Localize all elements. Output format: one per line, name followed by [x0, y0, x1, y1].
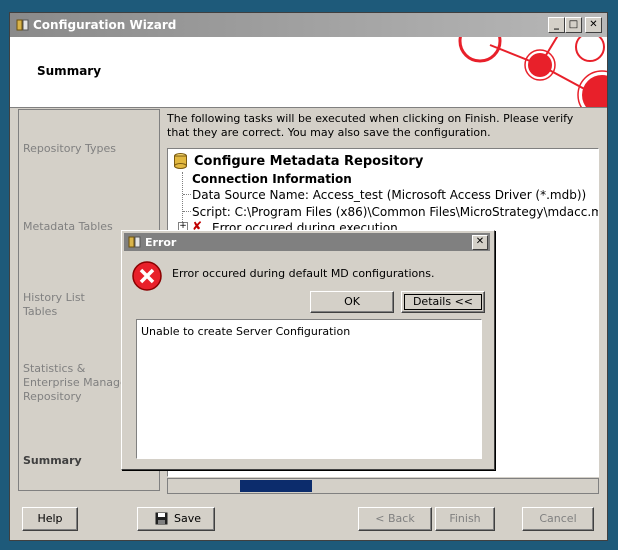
error-dialog: Error ✕ Error occured during default MD … — [121, 230, 495, 470]
horizontal-scrollbar[interactable] — [167, 478, 599, 494]
maximize-button[interactable]: □ — [565, 17, 582, 33]
app-icon — [128, 236, 141, 248]
help-button[interactable]: Help — [22, 507, 78, 531]
scrollbar-thumb[interactable] — [240, 480, 312, 492]
maximize-icon: □ — [568, 19, 579, 30]
dialog-title: Error — [145, 236, 177, 249]
details-button[interactable]: Details << — [401, 291, 485, 313]
cancel-button[interactable]: Cancel — [522, 507, 594, 531]
title-bar[interactable]: Configuration Wizard _ □ ✕ — [10, 13, 607, 37]
tree-root-label[interactable]: Configure Metadata Repository — [194, 154, 423, 169]
error-details-box[interactable]: Unable to create Server Configuration — [136, 319, 482, 459]
ok-button[interactable]: OK — [310, 291, 394, 313]
close-icon: ✕ — [475, 236, 485, 247]
floppy-disk-icon — [155, 512, 168, 525]
app-icon — [16, 19, 29, 31]
tree-item-script[interactable]: Script: C:\Program Files (x86)\Common Fi… — [192, 205, 598, 219]
page-title: Summary — [37, 64, 102, 78]
minimize-icon: _ — [554, 19, 559, 30]
dialog-title-bar[interactable]: Error ✕ — [124, 233, 490, 251]
minimize-button[interactable]: _ — [548, 17, 565, 33]
error-details-text: Unable to create Server Configuration — [141, 325, 351, 338]
brand-circles-graphic — [458, 37, 607, 107]
save-button[interactable]: Save — [137, 507, 215, 531]
dialog-close-button[interactable]: ✕ — [472, 235, 488, 250]
database-icon — [174, 153, 187, 169]
wizard-header: Summary — [10, 37, 607, 108]
error-message: Error occured during default MD configur… — [172, 267, 435, 280]
finish-button[interactable]: Finish — [435, 507, 495, 531]
summary-instructions: The following tasks will be executed whe… — [167, 112, 574, 139]
tree-item-data-source[interactable]: Data Source Name: Access_test (Microsoft… — [192, 188, 586, 202]
tree-branch — [183, 194, 191, 195]
close-button[interactable]: ✕ — [585, 17, 602, 33]
back-button[interactable]: < Back — [358, 507, 432, 531]
save-button-label: Save — [174, 512, 202, 525]
error-icon — [132, 261, 162, 291]
tree-section-connection[interactable]: Connection Information — [192, 172, 352, 186]
tree-branch — [183, 211, 191, 212]
close-icon: ✕ — [589, 19, 598, 30]
sidebar-item-repository-types[interactable]: Repository Types — [23, 142, 153, 156]
window-title: Configuration Wizard — [33, 18, 177, 32]
